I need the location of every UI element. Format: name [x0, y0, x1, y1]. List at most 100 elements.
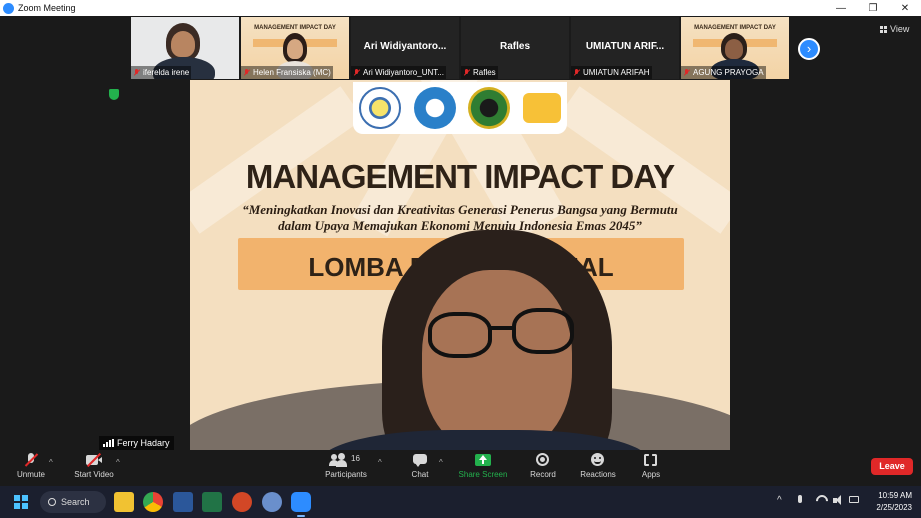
system-clock[interactable]: 10:59 AM 2/25/2023	[862, 490, 912, 514]
close-button[interactable]: ✕	[889, 0, 921, 16]
signal-bars-icon	[103, 439, 114, 447]
zoom-app-icon	[3, 2, 14, 14]
reactions-label: Reactions	[580, 470, 616, 479]
clock-date: 2/25/2023	[876, 503, 912, 512]
unmute-button[interactable]: Unmute	[14, 453, 48, 479]
record-button[interactable]: Record	[527, 453, 559, 479]
participant-name-label: iferelda irene	[131, 66, 192, 79]
mic-muted-icon	[683, 68, 690, 77]
volume-icon[interactable]	[833, 495, 845, 505]
participant-face	[171, 31, 195, 57]
os-taskbar: Search ^ 10:59 AM 2/25/2023	[0, 486, 921, 518]
powerpoint-icon[interactable]	[232, 492, 252, 512]
video-off-icon	[86, 452, 102, 468]
meeting-toolbar: Unmute ^ Start Video ^ 16 Participants ^…	[0, 450, 921, 486]
restore-button[interactable]: ❐	[857, 0, 889, 16]
participants-label: Participants	[325, 470, 367, 479]
mic-muted-icon	[573, 68, 580, 77]
unmute-label: Unmute	[16, 470, 45, 479]
emoji-icon	[590, 453, 606, 467]
participants-count: 16	[351, 454, 360, 463]
chat-label: Chat	[411, 470, 429, 479]
sponsor-logos	[353, 82, 567, 134]
excel-icon[interactable]	[202, 492, 222, 512]
search-icon	[48, 498, 56, 506]
participant-tile[interactable]: Rafles Rafles	[461, 17, 569, 79]
participant-tile[interactable]: iferelda irene	[131, 17, 239, 79]
poster-tagline-line2: dalam Upaya Memajukan Ekonomi Menuju Ind…	[278, 218, 642, 233]
leave-meeting-button[interactable]: Leave	[871, 458, 913, 475]
active-speaker-video: MANAGEMENT IMPACT DAY “Meningkatkan Inov…	[190, 80, 730, 466]
encryption-shield-icon[interactable]	[109, 89, 119, 100]
participant-display-name: UMIATUN ARIF...	[585, 41, 665, 52]
organization-logo	[468, 87, 511, 129]
view-button[interactable]: View	[880, 24, 909, 34]
mic-muted-icon	[353, 68, 360, 77]
participant-display-name: Rafles	[499, 41, 530, 52]
speaker-name-label: Ferry Hadary	[99, 436, 174, 450]
mic-muted-icon	[133, 68, 140, 77]
tray-overflow-chevron[interactable]: ^	[777, 495, 782, 506]
chat-button[interactable]: Chat	[405, 453, 435, 479]
clock-time: 10:59 AM	[878, 491, 912, 500]
participant-display-name: Ari Widiyantoro...	[363, 41, 447, 52]
video-options-caret[interactable]: ^	[116, 458, 120, 467]
poster-tagline-line1: “Meningkatkan Inovasi dan Kreativitas Ge…	[242, 202, 678, 217]
audio-options-caret[interactable]: ^	[49, 458, 53, 467]
reactions-button[interactable]: Reactions	[578, 453, 618, 479]
browser-icon[interactable]	[262, 492, 282, 512]
participant-tile[interactable]: UMIATUN ARIF... UMIATUN ARIFAH	[571, 17, 679, 79]
speaker-face	[422, 270, 572, 455]
speaker-glasses-left	[428, 312, 492, 358]
gallery-strip: iferelda irene MANAGEMENT IMPACT DAY Hel…	[131, 17, 789, 79]
faculty-logo	[413, 87, 456, 129]
chat-icon	[412, 453, 428, 467]
participants-icon: 16	[329, 453, 363, 467]
word-icon[interactable]	[173, 492, 193, 512]
participants-options-caret[interactable]: ^	[378, 458, 382, 467]
battery-icon[interactable]	[849, 495, 861, 503]
participant-name: iferelda irene	[143, 68, 190, 77]
record-icon	[535, 453, 551, 467]
participant-tile[interactable]: MANAGEMENT IMPACT DAY Helen Fransiska (M…	[241, 17, 349, 79]
windows-start-icon[interactable]	[14, 495, 28, 509]
start-video-label: Start Video	[74, 470, 114, 479]
event-logo	[522, 93, 561, 123]
taskbar-search[interactable]: Search	[40, 491, 106, 513]
participant-tile[interactable]: MANAGEMENT IMPACT DAY AGUNG PRAYOGA	[681, 17, 789, 79]
apps-icon	[643, 453, 659, 467]
participants-button[interactable]: 16 Participants	[323, 453, 369, 479]
start-video-button[interactable]: Start Video	[70, 452, 118, 479]
chat-options-caret[interactable]: ^	[439, 458, 443, 467]
participant-tile[interactable]: Ari Widiyantoro... Ari Widiyantoro_UNT..…	[351, 17, 459, 79]
share-screen-label: Share Screen	[458, 470, 508, 479]
microphone-icon[interactable]	[796, 495, 804, 506]
record-label: Record	[530, 470, 556, 479]
participant-name-label: Helen Fransiska (MC)	[241, 66, 333, 79]
meeting-area: iferelda irene MANAGEMENT IMPACT DAY Hel…	[0, 16, 921, 466]
participant-name: Helen Fransiska (MC)	[253, 68, 331, 77]
participant-name: Ari Widiyantoro_UNT...	[363, 68, 444, 77]
minimize-button[interactable]: —	[825, 0, 857, 16]
poster-title: MANAGEMENT IMPACT DAY	[245, 158, 675, 195]
participant-name: UMIATUN ARIFAH	[583, 68, 650, 77]
apps-label: Apps	[641, 470, 661, 479]
participant-name-label: Ari Widiyantoro_UNT...	[351, 66, 446, 79]
share-screen-icon	[475, 453, 491, 467]
mic-muted-icon	[23, 453, 39, 467]
share-screen-button[interactable]: Share Screen	[457, 453, 509, 479]
view-label: View	[890, 24, 910, 34]
search-label: Search	[61, 497, 90, 507]
participant-name-label: Rafles	[461, 66, 498, 79]
participant-name: AGUNG PRAYOGA	[693, 68, 764, 77]
apps-button[interactable]: Apps	[638, 453, 664, 479]
chrome-icon[interactable]	[143, 492, 163, 512]
file-explorer-icon[interactable]	[114, 492, 134, 512]
wifi-icon[interactable]	[813, 492, 831, 510]
next-page-button[interactable]: ›	[798, 38, 820, 60]
participant-name-label: UMIATUN ARIFAH	[571, 66, 652, 79]
mic-muted-icon	[243, 68, 250, 77]
zoom-taskbar-icon[interactable]	[291, 492, 311, 517]
mini-poster-title: MANAGEMENT IMPACT DAY	[254, 25, 336, 31]
university-logo	[359, 87, 402, 129]
